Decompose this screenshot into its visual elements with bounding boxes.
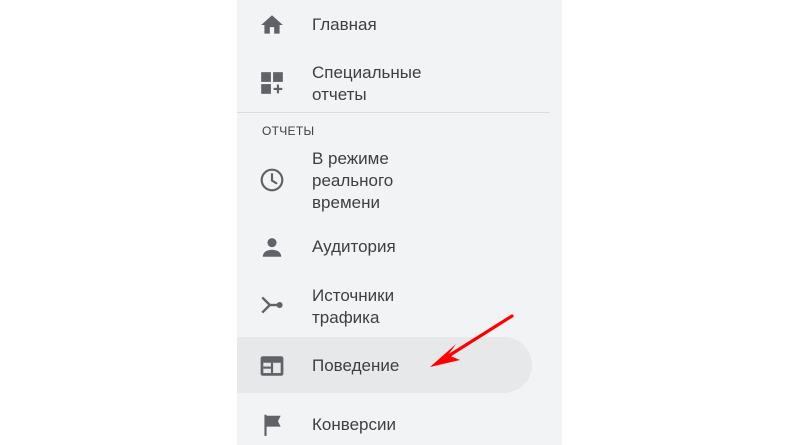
divider: [237, 112, 550, 113]
sidebar: Главная Специальные отчеты ОТЧЕТЫ В режи…: [237, 0, 562, 445]
sidebar-item-label: Конверсии: [312, 415, 396, 434]
sidebar-item-label: Аудитория: [312, 237, 396, 256]
sidebar-item-audience[interactable]: Аудитория: [237, 225, 562, 270]
sidebar-item-label: Специальные отчеты: [312, 63, 422, 104]
clock-icon: [259, 167, 285, 193]
sidebar-item-conversions[interactable]: Конверсии: [237, 400, 562, 445]
red-arrow-icon: [420, 310, 520, 375]
section-label-reports: ОТЧЕТЫ: [262, 124, 315, 138]
sidebar-item-realtime[interactable]: В режиме реального времени: [237, 145, 562, 215]
dashboard-add-icon: [259, 70, 285, 96]
flag-icon: [259, 412, 285, 438]
web-layout-icon: [259, 353, 285, 379]
sidebar-item-label: Главная: [312, 15, 377, 34]
sidebar-item-home[interactable]: Главная: [237, 0, 562, 50]
fork-icon: [259, 292, 285, 318]
person-icon: [259, 234, 285, 260]
sidebar-item-custom-reports[interactable]: Специальные отчеты: [237, 55, 562, 110]
sidebar-item-label: В режиме реального времени: [312, 149, 394, 212]
home-icon: [259, 12, 285, 38]
page: Главная Специальные отчеты ОТЧЕТЫ В режи…: [0, 0, 800, 445]
